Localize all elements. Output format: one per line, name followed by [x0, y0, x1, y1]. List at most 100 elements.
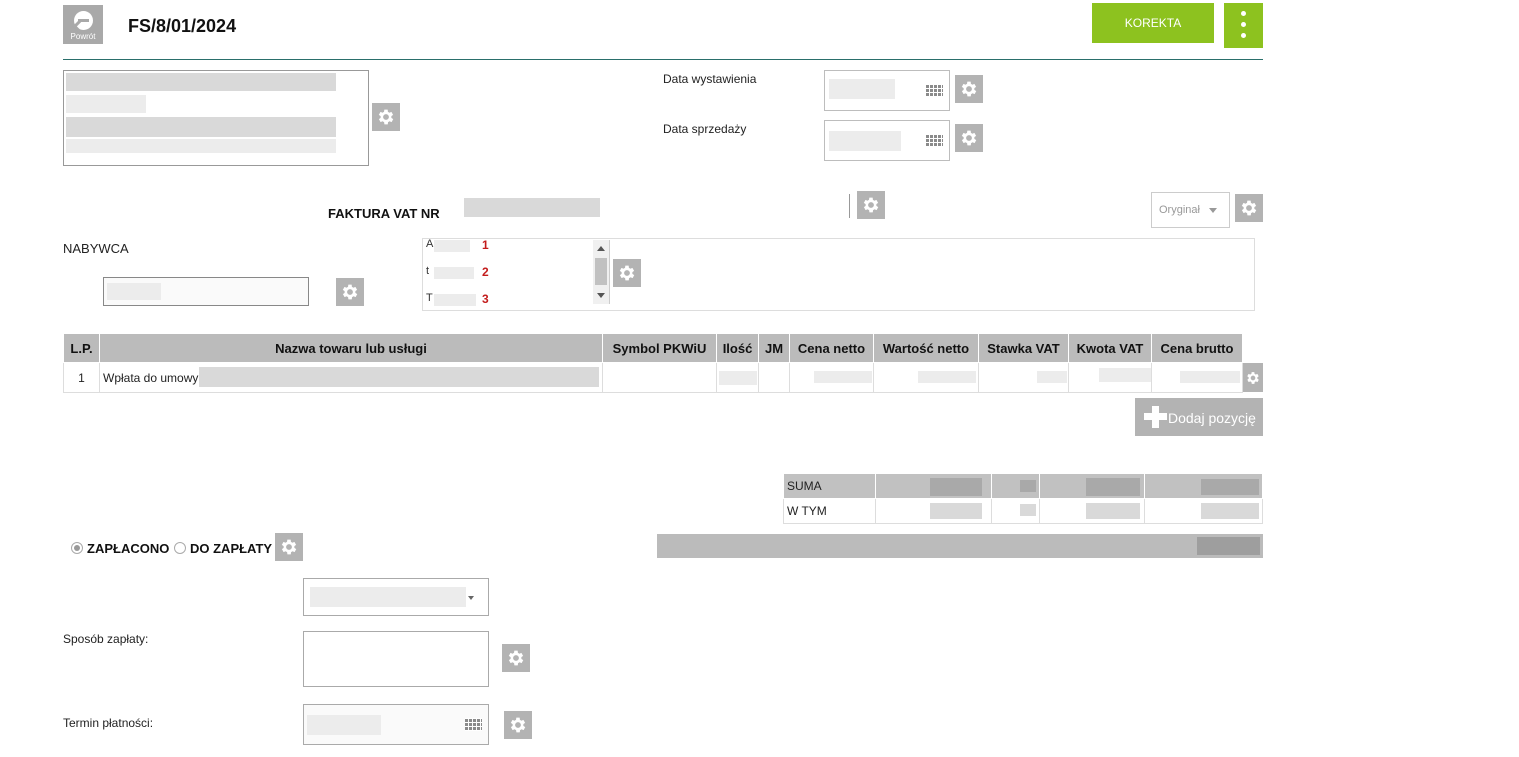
column-header: Ilość — [716, 333, 759, 363]
gear-icon — [281, 539, 297, 555]
calendar-icon[interactable] — [465, 718, 482, 731]
plus-icon-bar — [1144, 413, 1167, 420]
gear-icon — [508, 650, 524, 666]
address-list-scrollbar[interactable] — [593, 240, 609, 304]
gear-icon — [378, 109, 394, 125]
redacted-text — [66, 95, 146, 113]
summary-row-sum: SUMA — [783, 473, 1263, 499]
sum-vat — [1039, 473, 1145, 499]
issue-date-settings-button[interactable] — [955, 75, 983, 103]
table-header-row: L.P. Nazwa towaru lub usługi Symbol PKWi… — [63, 333, 1243, 363]
redacted-text — [1086, 478, 1140, 496]
redacted-text — [918, 371, 976, 383]
invoice-number-settings-button[interactable] — [857, 191, 885, 219]
field-separator — [849, 194, 850, 218]
buyer-settings-button[interactable] — [336, 278, 364, 306]
redacted-text — [930, 478, 982, 496]
payment-method-label: Sposób zapłaty: — [63, 632, 149, 646]
sale-date-field[interactable] — [824, 120, 950, 161]
gear-icon — [342, 284, 358, 300]
column-header: JM — [758, 333, 790, 363]
due-label[interactable]: DO ZAPŁATY — [190, 541, 272, 556]
buyer-address-list[interactable]: A 1 t 2 T 3 — [424, 238, 610, 306]
scroll-thumb[interactable] — [595, 258, 607, 285]
row-quantity[interactable] — [716, 362, 759, 393]
row-net-value[interactable] — [873, 362, 979, 393]
page-title: FS/8/01/2024 — [128, 16, 237, 36]
wtym-net — [875, 498, 992, 524]
seller-settings-button[interactable] — [372, 103, 400, 131]
redacted-text — [307, 715, 381, 735]
column-header: Stawka VAT — [978, 333, 1069, 363]
scroll-up-icon[interactable] — [597, 246, 605, 251]
column-header: Cena netto — [789, 333, 874, 363]
address-number: 1 — [482, 238, 489, 252]
calendar-icon[interactable] — [926, 134, 943, 147]
redacted-text — [1037, 371, 1067, 383]
due-radio[interactable] — [174, 542, 186, 554]
buyer-input[interactable] — [103, 277, 309, 306]
dot-icon — [1241, 11, 1246, 16]
row-pkwiu[interactable] — [602, 362, 717, 393]
redacted-text — [930, 503, 982, 519]
gear-icon — [1247, 371, 1259, 384]
summary-table: SUMA W TYM — [783, 473, 1263, 524]
payment-method-settings-button[interactable] — [502, 644, 530, 672]
payment-status-settings-button[interactable] — [275, 533, 303, 561]
gear-icon — [619, 265, 635, 281]
address-number: 3 — [482, 292, 489, 306]
copy-type-settings-button[interactable] — [1235, 194, 1263, 222]
wtym-vat — [1039, 498, 1145, 524]
more-menu-button[interactable] — [1224, 3, 1263, 48]
summary-row-wtym: W TYM — [783, 498, 1263, 524]
row-gross-price[interactable] — [1151, 362, 1243, 393]
list-item[interactable]: t 2 — [426, 265, 506, 281]
redacted-text — [1020, 504, 1036, 516]
row-name-cell[interactable]: Wpłata do umowy — [99, 362, 603, 393]
payment-select[interactable] — [303, 578, 489, 616]
issue-date-field[interactable] — [824, 70, 950, 111]
column-header: Kwota VAT — [1068, 333, 1152, 363]
back-button[interactable]: Powrót — [63, 5, 103, 44]
payment-term-settings-button[interactable] — [504, 711, 532, 739]
calendar-icon[interactable] — [926, 84, 943, 97]
row-settings-button[interactable] — [1243, 363, 1263, 392]
paid-radio[interactable] — [71, 542, 83, 554]
header-divider — [63, 59, 1263, 60]
add-position-button[interactable]: Dodaj pozycję — [1135, 398, 1263, 436]
redacted-text — [66, 139, 336, 153]
sale-date-settings-button[interactable] — [955, 124, 983, 152]
table-row[interactable]: 1 Wpłata do umowy — [63, 362, 1243, 393]
address-prefix: T — [426, 292, 433, 304]
copy-type-select[interactable]: Oryginał — [1151, 192, 1230, 228]
scroll-down-icon[interactable] — [597, 293, 605, 298]
wtym-label: W TYM — [783, 498, 876, 524]
redacted-text — [107, 283, 161, 300]
payment-term-field[interactable] — [303, 704, 489, 745]
row-vat-rate[interactable] — [978, 362, 1069, 393]
redacted-text — [434, 240, 470, 252]
sum-gross — [1144, 473, 1263, 499]
column-header: L.P. — [63, 333, 100, 363]
payment-method-field[interactable] — [303, 631, 489, 687]
redacted-text — [434, 267, 474, 279]
gear-icon — [1241, 200, 1257, 216]
redacted-text — [66, 117, 336, 137]
gear-icon — [863, 197, 879, 213]
back-label: Powrót — [70, 32, 96, 41]
redacted-text — [310, 587, 466, 607]
redacted-text — [66, 73, 336, 91]
list-item[interactable]: T 3 — [426, 292, 506, 308]
buyer-label: NABYWCA — [63, 241, 129, 256]
redacted-text — [1020, 480, 1036, 492]
seller-info-box[interactable] — [63, 70, 369, 166]
address-settings-button[interactable] — [613, 259, 641, 287]
list-item[interactable]: A 1 — [426, 238, 506, 254]
sum-label: SUMA — [783, 473, 876, 499]
paid-label[interactable]: ZAPŁACONO — [87, 541, 169, 556]
row-unit[interactable] — [758, 362, 790, 393]
row-net-price[interactable] — [789, 362, 874, 393]
payment-term-label: Termin płatności: — [63, 716, 154, 730]
korekta-button[interactable]: KOREKTA — [1092, 3, 1214, 43]
row-vat-amount[interactable] — [1068, 362, 1152, 393]
